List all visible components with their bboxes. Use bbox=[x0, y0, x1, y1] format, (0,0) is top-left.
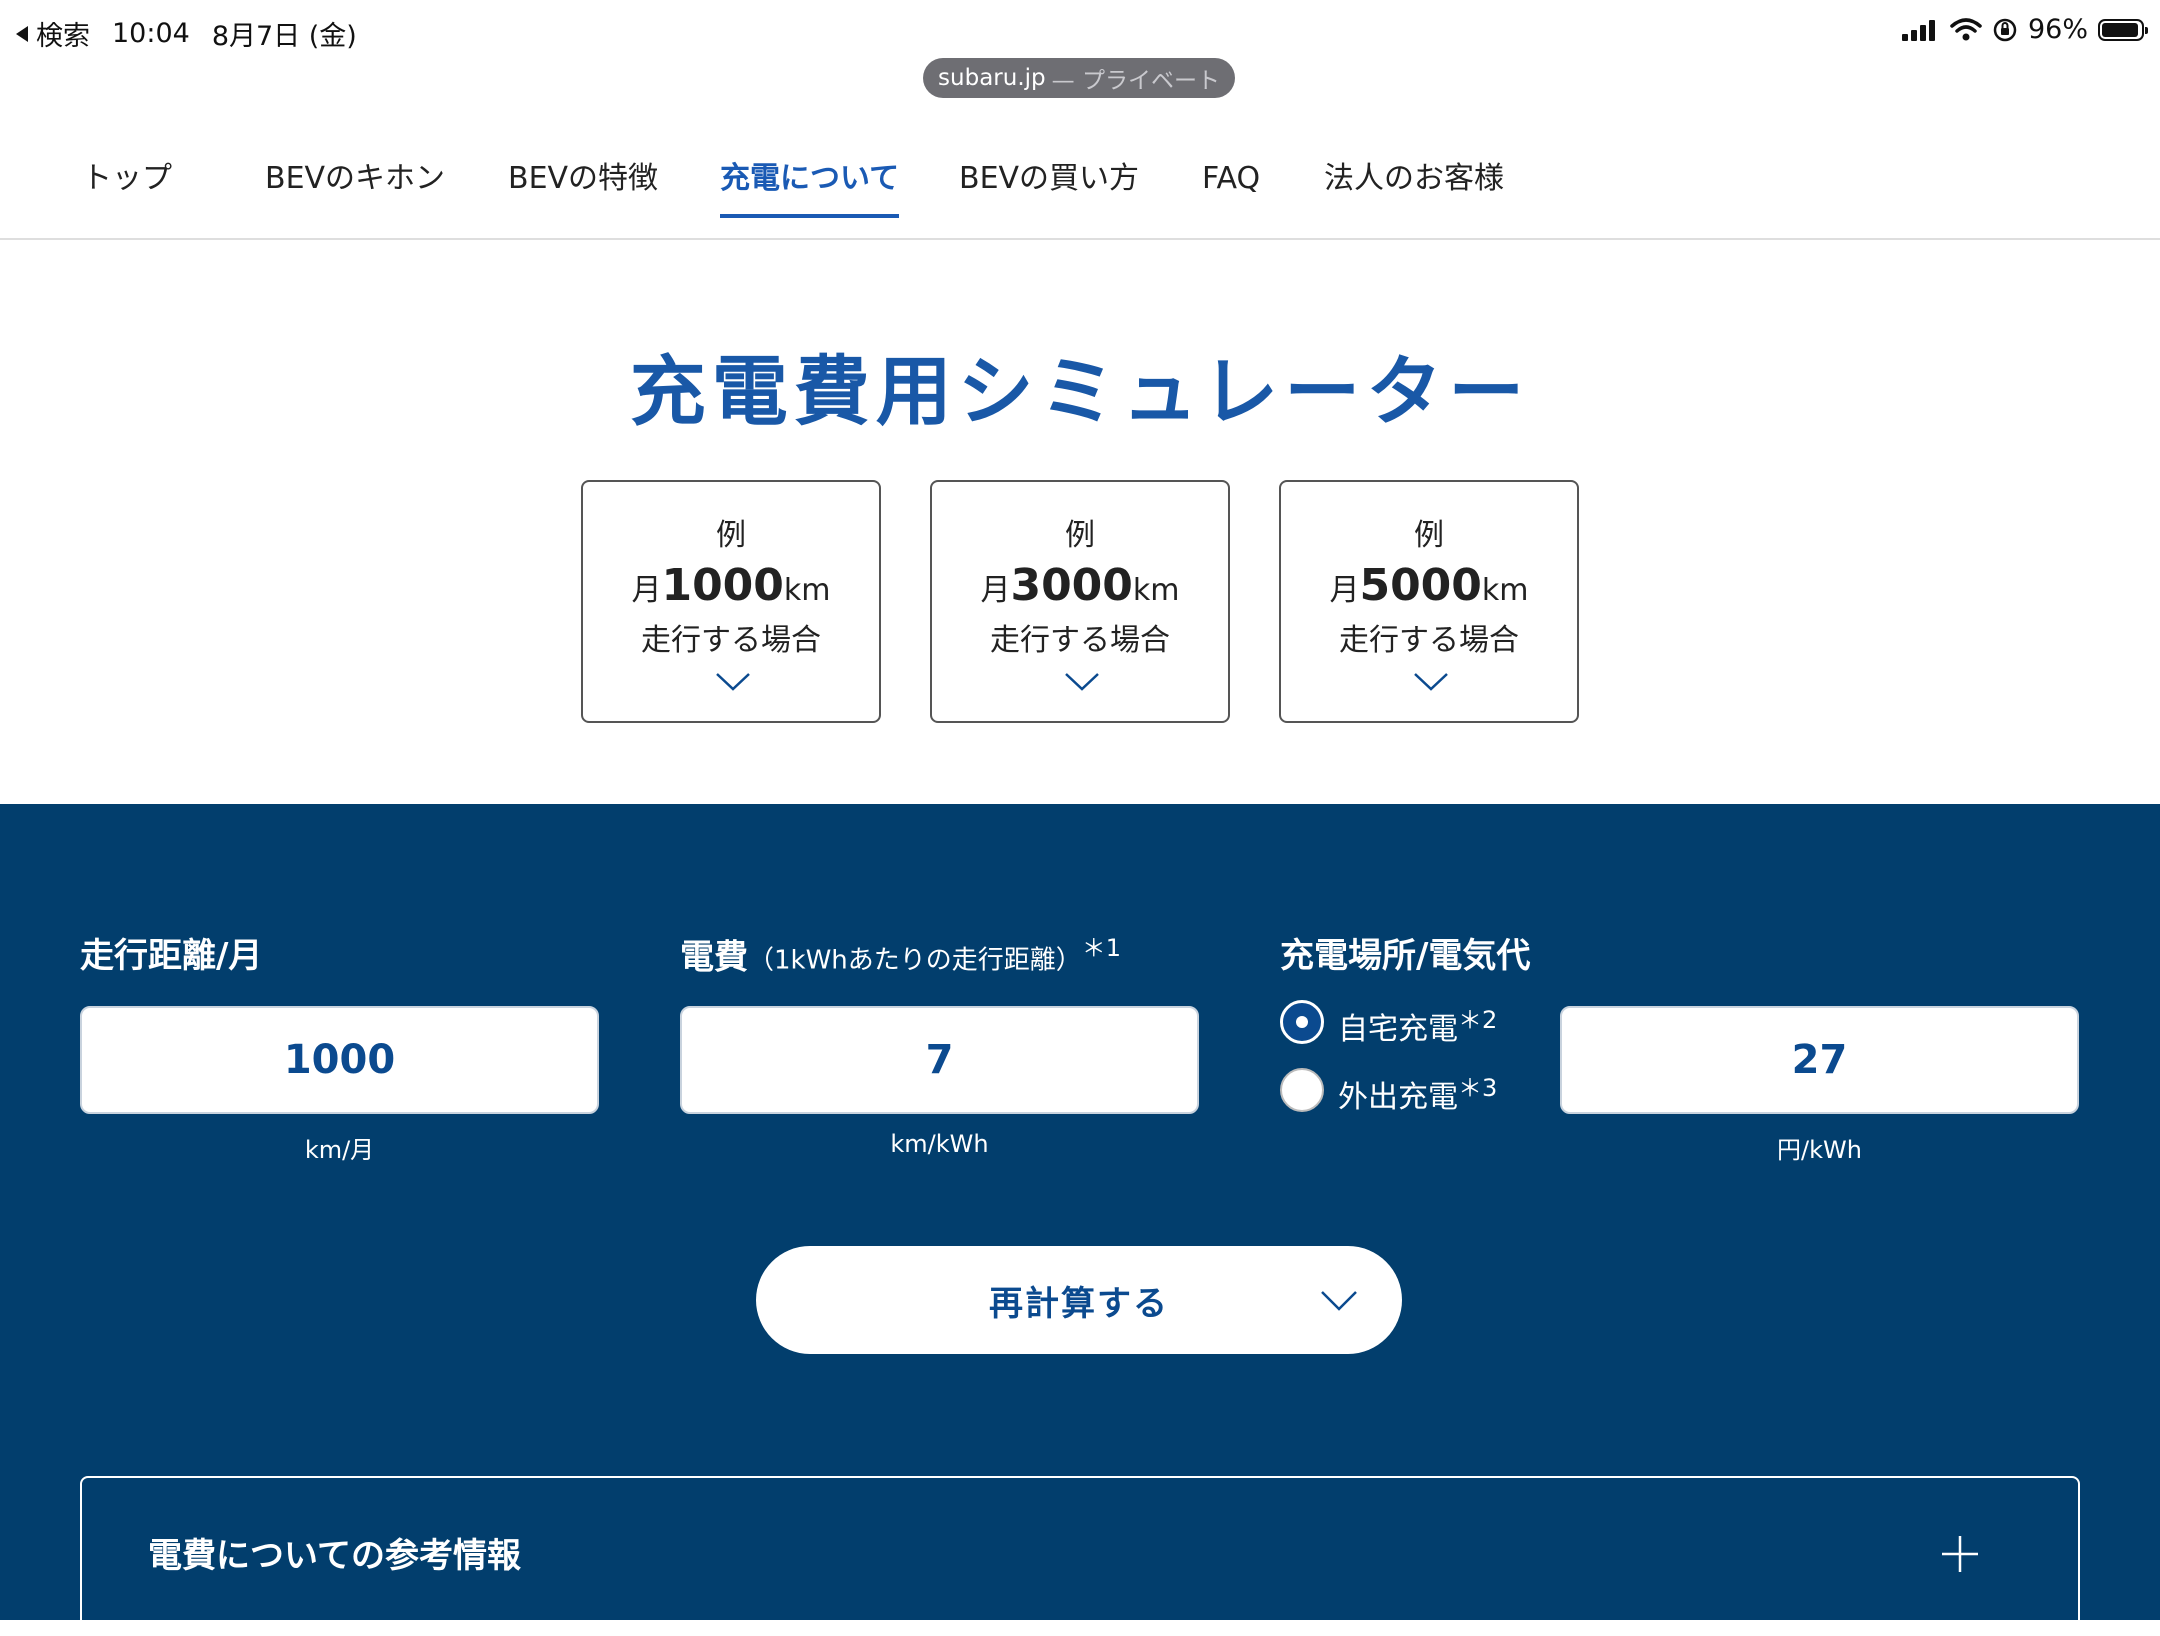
charging-label: 充電場所/電気代 bbox=[1280, 936, 1531, 976]
chevron-down-icon bbox=[1321, 1291, 1357, 1311]
outside-charging-option[interactable]: 外出充電＊3 bbox=[1338, 1068, 1497, 1116]
simulator-section: 走行距離/月 1000 km/月 電費（1kWhあたりの走行距離）＊1 7 km… bbox=[0, 804, 2160, 1636]
example-prefix: 月 bbox=[980, 573, 1011, 608]
url-domain: subaru.jp bbox=[938, 65, 1046, 91]
battery-percent: 96% bbox=[2027, 14, 2088, 45]
distance-unit: km/月 bbox=[304, 1136, 375, 1164]
nav-tab-how-to-buy[interactable]: BEVの買い方 bbox=[959, 154, 1139, 214]
outside-charging-footnote-mark: ＊3 bbox=[1458, 1074, 1498, 1102]
battery-level bbox=[2102, 22, 2138, 37]
chevron-down-icon bbox=[1414, 673, 1448, 691]
example-distance-line: 月5000km bbox=[1281, 560, 1577, 611]
home-charging-footnote-mark: ＊2 bbox=[1458, 1006, 1498, 1034]
example-unit: km bbox=[1132, 573, 1180, 608]
efficiency-label-group: 電費（1kWhあたりの走行距離）＊1 bbox=[680, 928, 1121, 978]
back-to-app-label: 検索 bbox=[36, 21, 90, 52]
efficiency-note: （1kWhあたりの走行距離） bbox=[748, 945, 1082, 976]
example-distance-line: 月3000km bbox=[932, 560, 1228, 611]
home-charging-option[interactable]: 自宅充電＊2 bbox=[1338, 1000, 1497, 1048]
outside-charging-radio[interactable] bbox=[1280, 1068, 1324, 1112]
efficiency-unit: km/kWh bbox=[890, 1130, 989, 1158]
chevron-down-icon bbox=[716, 673, 750, 691]
nav-tab-corporate[interactable]: 法人のお客様 bbox=[1324, 154, 1504, 214]
example-label: 例 bbox=[716, 518, 746, 553]
example-card-1000km[interactable]: 例 月1000km 走行する場合 bbox=[581, 480, 881, 723]
electricity-price-unit: 円/kWh bbox=[1777, 1136, 1862, 1164]
example-label: 例 bbox=[1065, 518, 1095, 553]
home-charging-radio[interactable] bbox=[1280, 1000, 1324, 1044]
example-distance: 5000 bbox=[1359, 560, 1482, 611]
example-distance-line: 月1000km bbox=[583, 560, 879, 611]
accordion-title: 電費についての参考情報 bbox=[148, 1536, 521, 1576]
plus-icon[interactable] bbox=[1942, 1536, 1978, 1572]
example-prefix: 月 bbox=[631, 573, 662, 608]
page-title: 充電費用シミュレーター bbox=[629, 347, 1531, 436]
efficiency-footnote-mark: ＊1 bbox=[1081, 934, 1122, 962]
orientation-lock-icon bbox=[1993, 18, 2017, 41]
wifi-icon bbox=[1950, 17, 1982, 40]
recalculate-button[interactable]: 再計算する bbox=[756, 1246, 1402, 1354]
distance-label: 走行距離/月 bbox=[80, 936, 263, 976]
home-charging-label: 自宅充電 bbox=[1338, 1012, 1458, 1047]
back-to-app-button[interactable]: 検索 bbox=[14, 14, 90, 53]
status-bar: 検索 10:04 8月7日 (金) 96% bbox=[0, 0, 2160, 60]
efficiency-label: 電費 bbox=[680, 937, 748, 978]
example-caption: 走行する場合 bbox=[641, 623, 821, 658]
electricity-price-input[interactable]: 27 bbox=[1560, 1006, 2079, 1114]
example-caption: 走行する場合 bbox=[1339, 623, 1519, 658]
efficiency-input[interactable]: 7 bbox=[680, 1006, 1199, 1114]
status-time: 10:04 bbox=[112, 18, 190, 49]
status-date: 8月7日 (金) bbox=[211, 21, 357, 52]
url-privacy-label: — プライベート bbox=[1051, 68, 1220, 94]
nav-tab-bev-features[interactable]: BEVの特徴 bbox=[508, 154, 658, 214]
battery-icon bbox=[2098, 18, 2148, 41]
url-bar[interactable]: subaru.jp — プライベート bbox=[923, 58, 1235, 98]
chevron-down-icon bbox=[1065, 673, 1099, 691]
example-caption: 走行する場合 bbox=[990, 623, 1170, 658]
status-bar-left: 検索 10:04 8月7日 (金) bbox=[14, 14, 357, 53]
nav-tab-top[interactable]: トップ bbox=[82, 154, 172, 214]
nav-tab-faq[interactable]: FAQ bbox=[1202, 154, 1260, 214]
example-unit: km bbox=[1481, 573, 1529, 608]
example-distance: 1000 bbox=[661, 560, 784, 611]
outside-charging-label: 外出充電 bbox=[1338, 1080, 1458, 1115]
example-distance: 3000 bbox=[1010, 560, 1133, 611]
example-card-3000km[interactable]: 例 月3000km 走行する場合 bbox=[930, 480, 1230, 723]
example-card-5000km[interactable]: 例 月5000km 走行する場合 bbox=[1279, 480, 1579, 723]
example-label: 例 bbox=[1414, 518, 1444, 553]
nav-tab-bev-basics[interactable]: BEVのキホン bbox=[265, 154, 445, 214]
example-unit: km bbox=[783, 573, 831, 608]
efficiency-info-accordion[interactable]: 電費についての参考情報 bbox=[80, 1476, 2080, 1636]
recalculate-label: 再計算する bbox=[989, 1283, 1169, 1324]
example-prefix: 月 bbox=[1329, 573, 1360, 608]
distance-input[interactable]: 1000 bbox=[80, 1006, 599, 1114]
status-bar-right: 96% bbox=[1900, 14, 2148, 45]
signal-icon bbox=[1901, 19, 1935, 41]
back-triangle-icon bbox=[16, 25, 28, 42]
example-cards: 例 月1000km 走行する場合 例 月3000km 走行する場合 例 月500… bbox=[0, 480, 2160, 724]
nav-tab-charging[interactable]: 充電について bbox=[720, 154, 900, 218]
top-nav: トップ BEVのキホン BEVの特徴 充電について BEVの買い方 FAQ 法人… bbox=[0, 130, 2160, 240]
